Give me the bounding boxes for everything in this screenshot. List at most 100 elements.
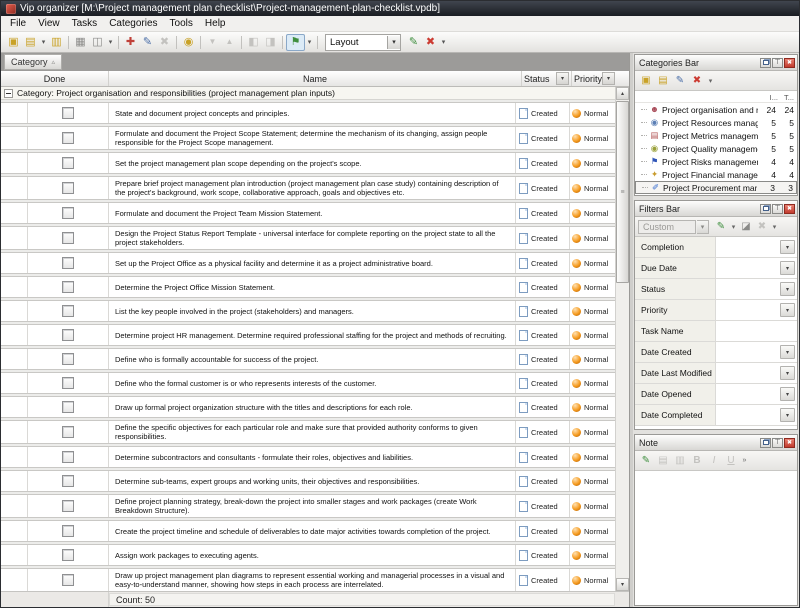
done-checkbox[interactable] (62, 182, 74, 194)
row-selector[interactable] (1, 495, 28, 517)
row-selector[interactable] (1, 127, 28, 149)
column-header-done[interactable]: Done (1, 71, 109, 86)
done-checkbox[interactable] (62, 401, 74, 413)
categories-toolbar-overflow[interactable]: ▾ (706, 77, 715, 85)
category-item[interactable]: ✦ Project Financial management 4 4 (635, 168, 797, 181)
menu-item[interactable]: File (4, 18, 32, 29)
filter-dropdown[interactable] (780, 366, 795, 380)
done-checkbox[interactable] (62, 426, 74, 438)
categories-items-column[interactable]: I... (762, 93, 778, 102)
menu-item[interactable]: View (32, 18, 66, 29)
table-row[interactable]: Prepare brief project management plan in… (1, 176, 616, 200)
filter-value-field[interactable] (716, 300, 778, 320)
row-selector[interactable] (1, 447, 28, 467)
table-row[interactable]: Determine subcontractors and consultants… (1, 446, 616, 468)
row-selector[interactable] (1, 569, 28, 591)
table-row[interactable]: Formulate and document the Project Scope… (1, 126, 616, 150)
filter-value-field[interactable] (716, 405, 778, 425)
table-row[interactable]: State and document project concepts and … (1, 102, 616, 124)
row-selector[interactable] (1, 227, 28, 249)
category-item[interactable]: ☻ Project organisation and responsibilit… (635, 103, 797, 116)
delete-task-icon[interactable]: ✖ (156, 35, 173, 50)
row-selector[interactable] (1, 301, 28, 321)
category-item[interactable]: ◉ Project Resources management 5 5 (635, 116, 797, 129)
go-to-category-dropdown[interactable]: ▾ (305, 35, 314, 50)
filters-toolbar-overflow[interactable]: ▾ (770, 223, 779, 231)
filter-dropdown[interactable] (780, 408, 795, 422)
table-row[interactable]: Determine sub-teams, expert groups and w… (1, 470, 616, 492)
layout-combo[interactable]: Layout (325, 34, 401, 51)
done-checkbox[interactable] (62, 329, 74, 341)
row-selector[interactable] (1, 545, 28, 565)
filter-value-field[interactable] (716, 363, 778, 383)
italic-icon[interactable]: I (706, 454, 722, 468)
menu-item[interactable]: Tasks (66, 18, 104, 29)
panel-restore-button[interactable] (760, 58, 771, 68)
table-row[interactable]: Create the project timeline and schedule… (1, 520, 616, 542)
table-row[interactable]: Draw up formal project organization stru… (1, 396, 616, 418)
delete-layout-icon[interactable]: ✖ (422, 35, 439, 50)
new-database-icon[interactable]: ▣ (5, 35, 22, 50)
expand-all-icon[interactable]: ◧ (245, 35, 262, 50)
bold-icon[interactable]: B (689, 454, 705, 468)
filter-dropdown[interactable] (780, 345, 795, 359)
table-row[interactable]: Assign work packages to executing agents… (1, 544, 616, 566)
print-overflow-dropdown[interactable]: ▾ (106, 35, 115, 50)
panel-close-button[interactable] (784, 58, 795, 68)
filter-dropdown[interactable] (780, 303, 795, 317)
print-note-icon[interactable]: ▥ (672, 454, 688, 468)
delete-category-icon[interactable]: ✖ (689, 74, 705, 88)
edit-layout-icon[interactable]: ✎ (405, 35, 422, 50)
apply-filter-icon[interactable]: ✎ (713, 220, 729, 234)
panel-restore-button[interactable] (760, 204, 771, 214)
print-preview-icon[interactable]: ◫ (89, 35, 106, 50)
new-subcategory-icon[interactable]: ▤ (655, 74, 671, 88)
collapse-all-icon[interactable]: ◨ (262, 35, 279, 50)
edit-task-icon[interactable]: ✎ (139, 35, 156, 50)
panel-pin-button[interactable] (772, 438, 783, 448)
category-group-row[interactable]: Category: Project organisation and respo… (1, 87, 616, 100)
open-database-icon[interactable]: ▤ (22, 35, 39, 50)
filter-dropdown[interactable] (780, 387, 795, 401)
table-row[interactable]: Determine project HR management. Determi… (1, 324, 616, 346)
column-header-name[interactable]: Name (109, 71, 522, 86)
move-up-icon[interactable]: ▲ (221, 35, 238, 50)
table-row[interactable]: Design the Project Status Report Templat… (1, 226, 616, 250)
scrollbar-thumb[interactable] (616, 101, 629, 283)
category-item[interactable]: ✐ Project Procurement management 3 3 (635, 181, 797, 194)
filter-preset-combo[interactable]: Custom (638, 220, 696, 234)
panel-pin-button[interactable] (772, 204, 783, 214)
done-checkbox[interactable] (62, 500, 74, 512)
row-selector[interactable] (1, 471, 28, 491)
filter-value-field[interactable] (716, 321, 778, 341)
title-bar[interactable]: Vip organizer [M:\Project management pla… (1, 1, 799, 16)
row-selector[interactable] (1, 153, 28, 173)
column-header-status[interactable]: Status (522, 71, 572, 86)
vertical-scrollbar[interactable] (615, 87, 629, 591)
done-checkbox[interactable] (62, 574, 74, 586)
row-selector[interactable] (1, 277, 28, 297)
row-selector[interactable] (1, 397, 28, 417)
filter-value-field[interactable] (716, 342, 778, 362)
table-row[interactable]: Define project planning strategy, break-… (1, 494, 616, 518)
done-checkbox[interactable] (62, 549, 74, 561)
row-selector[interactable] (1, 103, 28, 123)
panel-close-button[interactable] (784, 204, 795, 214)
go-to-category-icon[interactable]: ⚑ (286, 34, 305, 51)
filter-value-field[interactable] (716, 384, 778, 404)
row-selector[interactable] (1, 253, 28, 273)
filter-dropdown[interactable] (780, 282, 795, 296)
panel-pin-button[interactable] (772, 58, 783, 68)
priority-filter-dropdown[interactable] (602, 72, 615, 85)
filter-value-field[interactable] (716, 237, 778, 257)
filter-dropdown[interactable] (780, 240, 795, 254)
done-checkbox[interactable] (62, 475, 74, 487)
clear-filter-icon[interactable]: ◪ (738, 220, 754, 234)
view-notes-icon[interactable]: ◉ (180, 35, 197, 50)
apply-filter-dropdown[interactable]: ▾ (729, 223, 738, 231)
menu-item[interactable]: Help (199, 18, 232, 29)
move-down-icon[interactable]: ▼ (204, 35, 221, 50)
done-checkbox[interactable] (62, 451, 74, 463)
layout-overflow-dropdown[interactable]: ▾ (439, 35, 448, 50)
panel-close-button[interactable] (784, 438, 795, 448)
